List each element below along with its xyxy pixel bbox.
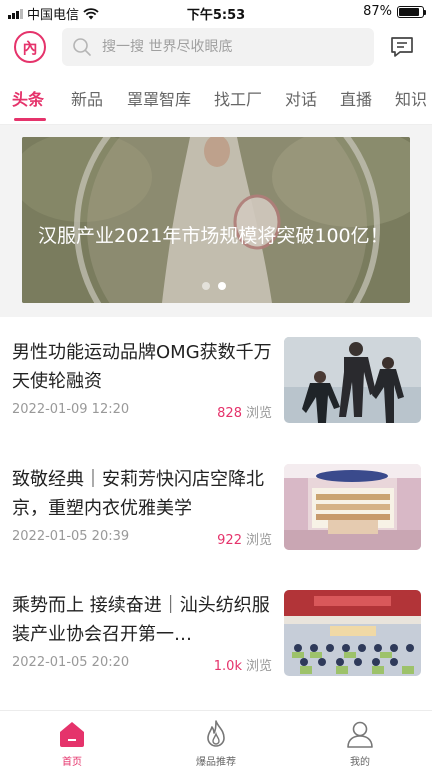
user-icon: [347, 721, 373, 748]
news-item[interactable]: 致敬经典｜安莉芳快闪店空降北京，重塑内衣优雅美学 2022-01-05 20:3…: [0, 464, 432, 581]
view-label: 浏览: [245, 659, 272, 674]
view-count: 1.0k: [213, 659, 242, 674]
app-header: 內: [0, 28, 432, 68]
nav-profile-label: 我的: [350, 757, 370, 768]
tab-think-tank[interactable]: 罩罩智库: [127, 86, 191, 110]
view-count: 922: [217, 533, 242, 548]
news-views: 1.0k 浏览: [214, 655, 272, 674]
flame-icon: [207, 720, 225, 747]
news-title: 乘势而上 接续奋进｜汕头纺织服装产业协会召开第一…: [12, 595, 270, 645]
active-tab-indicator: [14, 118, 46, 121]
view-label: 浏览: [245, 533, 272, 548]
nav-home[interactable]: 首页: [0, 711, 144, 768]
home-icon: [60, 722, 84, 747]
view-count: 828: [217, 406, 242, 421]
status-bar: 中国电信 下午5:53 87%: [0, 0, 432, 24]
banner-carousel[interactable]: 汉服产业2021年市场规模将突破100亿！: [22, 137, 410, 303]
app-page: 中国电信 下午5:53 87% 內 搜一搜 世界尽收眼底 头条 新品 罩罩智库 …: [0, 0, 432, 768]
news-date: 2022-01-05 20:20: [12, 655, 130, 670]
news-thumbnail: [284, 464, 421, 550]
nav-hot-picks-label: 爆品推荐: [196, 757, 236, 768]
tab-live[interactable]: 直播: [340, 86, 372, 110]
bottom-nav: 首页 爆品推荐 我的: [0, 710, 432, 768]
tab-toutiao[interactable]: 头条: [12, 86, 44, 110]
news-views: 922 浏览: [217, 529, 272, 548]
search-bar[interactable]: [62, 28, 374, 66]
search-input[interactable]: [102, 39, 352, 55]
nav-profile[interactable]: 我的: [288, 711, 432, 768]
message-icon[interactable]: [390, 36, 414, 58]
news-title: 致敬经典｜安莉芳快闪店空降北京，重塑内衣优雅美学: [12, 469, 264, 519]
news-item[interactable]: 男性功能运动品牌OMG获数千万天使轮融资 2022-01-09 12:20 82…: [0, 337, 432, 454]
tab-dialogue[interactable]: 对话: [285, 86, 317, 110]
nav-home-label: 首页: [62, 757, 82, 768]
carousel-dot-active[interactable]: [218, 282, 226, 290]
battery-percent: 87%: [363, 4, 392, 19]
news-date: 2022-01-09 12:20: [12, 402, 130, 417]
carousel-dot[interactable]: [202, 282, 210, 290]
news-thumbnail: [284, 337, 421, 423]
nav-hot-picks[interactable]: 爆品推荐: [144, 711, 288, 768]
banner-image: [22, 137, 410, 303]
status-right: 87%: [363, 4, 426, 19]
tab-knowledge[interactable]: 知识: [395, 86, 427, 110]
search-icon: [73, 38, 91, 56]
carousel-dots: [202, 282, 226, 290]
news-item[interactable]: 乘势而上 接续奋进｜汕头纺织服装产业协会召开第一… 2022-01-05 20:…: [0, 590, 432, 707]
news-views: 828 浏览: [217, 402, 272, 421]
battery-icon: [397, 5, 426, 18]
news-title: 男性功能运动品牌OMG获数千万天使轮融资: [12, 342, 272, 392]
tab-find-factory[interactable]: 找工厂: [214, 86, 262, 110]
category-tabs: 头条 新品 罩罩智库 找工厂 对话 直播 知识: [0, 86, 432, 122]
banner-title: 汉服产业2021年市场规模将突破100亿！: [38, 225, 389, 247]
banner-section: 汉服产业2021年市场规模将突破100亿！: [0, 125, 432, 317]
tab-new-products[interactable]: 新品: [71, 86, 103, 110]
battery-fill: [399, 7, 419, 16]
news-date: 2022-01-05 20:39: [12, 529, 130, 544]
view-label: 浏览: [245, 406, 272, 421]
news-thumbnail: [284, 590, 421, 676]
app-logo[interactable]: 內: [14, 31, 46, 63]
